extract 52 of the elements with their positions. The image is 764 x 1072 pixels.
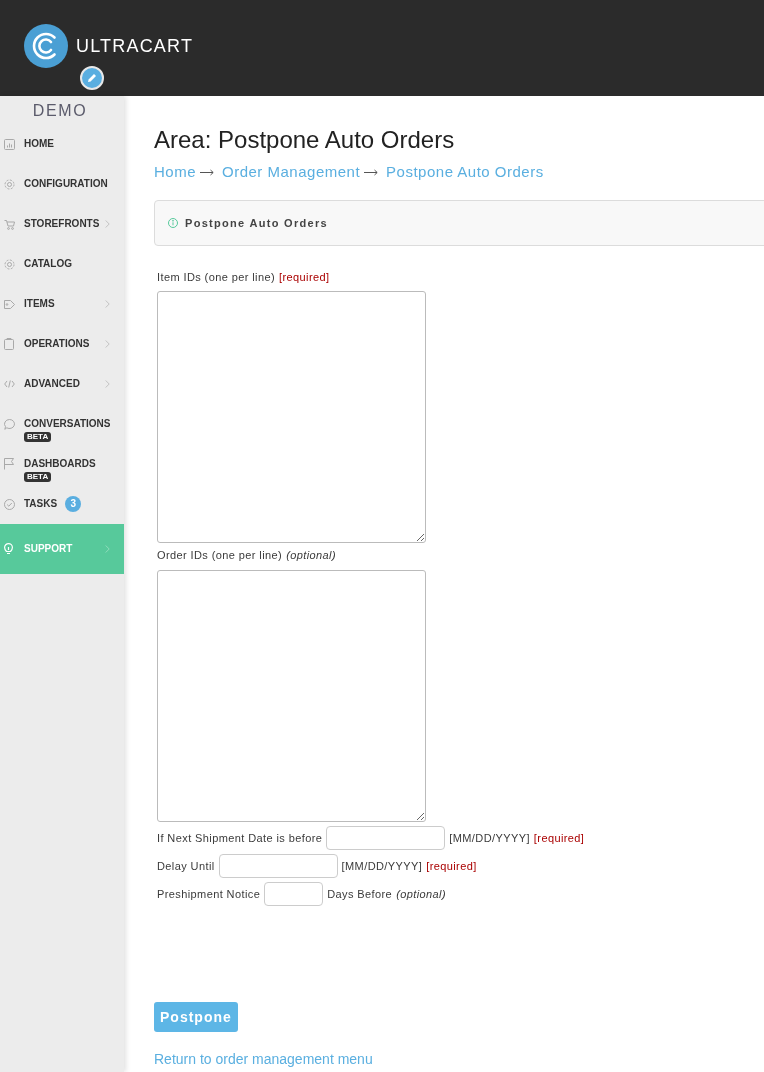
nav-item[interactable]: CONVERSATIONS BETA	[0, 404, 124, 444]
text-area-field[interactable]	[157, 570, 426, 822]
speech-bubble-icon	[4, 418, 15, 430]
nav-item[interactable]: ADVANCED	[0, 364, 124, 404]
check-circle-icon	[4, 498, 15, 510]
logo-icon	[24, 24, 68, 68]
date-input-field[interactable]	[326, 826, 446, 850]
clipboard-icon	[4, 338, 14, 350]
required-note: [required]	[533, 832, 585, 844]
brand-name: ULTRACART	[76, 35, 194, 57]
required-note: [required]	[426, 860, 477, 872]
nav-item[interactable]: ITEMS	[0, 284, 124, 324]
field-suffix: [MM/DD/YYYY]	[341, 860, 423, 872]
lightbulb-icon	[4, 543, 13, 555]
nav-item[interactable]: DASHBOARDS BETA	[0, 444, 124, 484]
nav-item[interactable]: CATALOG	[0, 244, 124, 284]
code-icon	[4, 380, 15, 388]
field-label: Order IDs (one per line)	[157, 548, 283, 562]
gear-icon	[4, 178, 15, 190]
bar-chart-icon	[4, 138, 15, 150]
optional-note: (optional)	[286, 548, 336, 562]
tag-icon	[4, 299, 15, 309]
number-input-field[interactable]	[264, 882, 324, 906]
beta-tag: BETA	[24, 432, 52, 442]
info-icon	[168, 218, 178, 228]
date-input-field[interactable]	[218, 854, 338, 878]
page-title: Area: Postpone Auto Orders	[154, 126, 456, 154]
field-label: Preshipment Notice	[157, 888, 261, 900]
beta-tag: BETA	[24, 472, 52, 482]
arrow-right-icon	[200, 168, 214, 176]
arrow-right-icon	[364, 168, 379, 176]
count-badge: 3	[65, 496, 82, 512]
pencil-icon	[87, 73, 97, 83]
nav-item[interactable]: TASKS 3	[0, 484, 124, 524]
field-label: Delay Until	[157, 860, 215, 872]
account-name: DEMO	[31, 101, 89, 121]
nav-item[interactable]: OPERATIONS	[0, 324, 124, 364]
cart-icon	[4, 218, 15, 230]
required-note: [required]	[279, 270, 330, 284]
section-title: Postpone Auto Orders	[185, 217, 328, 229]
optional-note: (optional)	[396, 888, 446, 900]
nav-item[interactable]: HOME	[0, 124, 124, 164]
field-label: Item IDs (one per line)	[157, 270, 276, 284]
field-suffix: [MM/DD/YYYY]	[449, 832, 530, 844]
gear-icon	[4, 258, 15, 270]
field-suffix: Days Before	[327, 888, 393, 900]
text-area-field[interactable]	[157, 291, 426, 543]
field-label: If Next Shipment Date is before	[157, 832, 323, 844]
nav-item[interactable]: CONFIGURATION	[0, 164, 124, 204]
flag-icon	[4, 458, 14, 470]
edit-button[interactable]	[80, 66, 104, 90]
nav-item[interactable]: STOREFRONTS	[0, 204, 124, 244]
